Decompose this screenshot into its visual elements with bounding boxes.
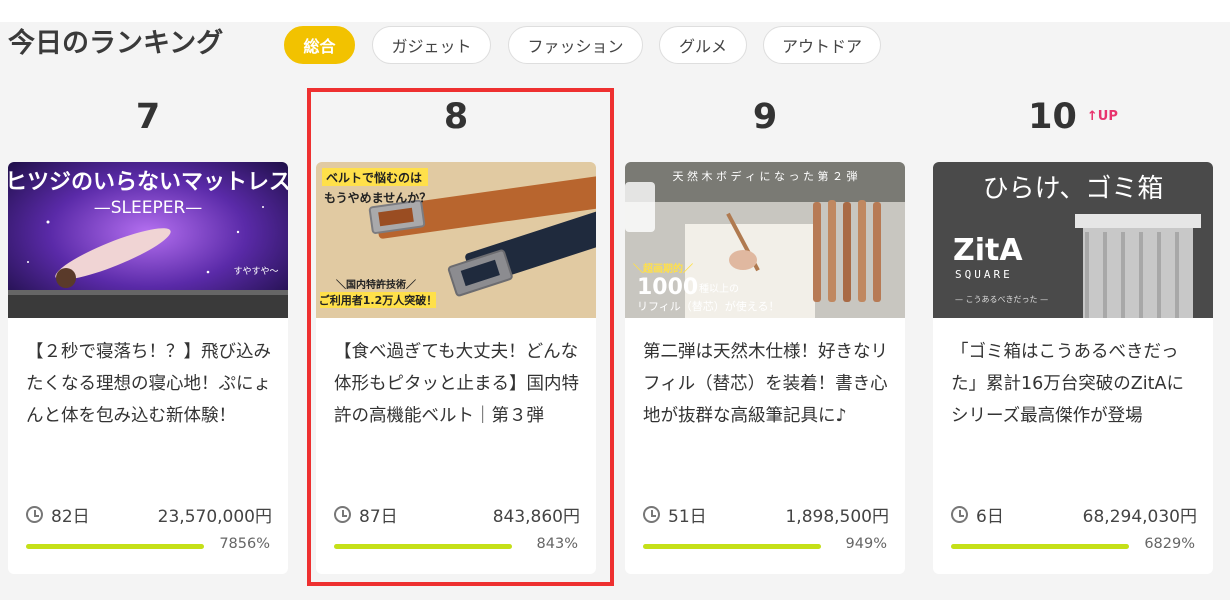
thumb-text: もうやめませんか？ <box>324 191 431 205</box>
rank-up-label: UP <box>1097 109 1118 124</box>
rank-with-badge: 10 ↑UP <box>933 96 1213 138</box>
funding-amount: 23,570,000円 <box>157 507 272 527</box>
page-title: 今日のランキング <box>8 28 224 59</box>
pen-image: 天 然 木 ボ デ ィ に な っ た 第 ２ 弾 ＼超画期的／ 1000 種以… <box>625 162 905 318</box>
project-card[interactable]: ヒツジのいらないマットレス —SLEEPER— すやすや〜 【２秒で寝落ち！？】… <box>8 162 288 574</box>
days-left: 51日 <box>668 507 707 527</box>
arrow-up-icon: ↑ <box>1086 109 1098 124</box>
clock-icon <box>26 506 43 523</box>
project-meta: 82日 23,570,000円 <box>26 502 272 527</box>
thumb-text: — こうあるべきだった — <box>955 295 1048 304</box>
project-card[interactable]: ベルトで悩むのは もうやめませんか？ ＼国内特許技術／ ご利用者1.2万人突破！… <box>316 162 596 574</box>
tab-outdoor[interactable]: アウトドア <box>763 26 881 64</box>
progress-percent: 843% <box>536 536 578 552</box>
project-card[interactable]: ひらけ、ゴミ箱 ZitA SQUARE — こうあるべきだった — 「ゴミ箱はこ… <box>933 162 1213 574</box>
thumb-text: リフィル（替芯）が使える！ <box>637 299 779 313</box>
thumb-text: ご利用者1.2万人突破！ <box>319 293 438 307</box>
progress-bar <box>26 544 204 549</box>
thumb-text: ZitA <box>953 233 1023 268</box>
tab-gourmet[interactable]: グルメ <box>659 26 747 64</box>
project-thumbnail[interactable]: ヒツジのいらないマットレス —SLEEPER— すやすや〜 <box>8 162 288 318</box>
clock-icon <box>951 506 968 523</box>
thumb-text: ヒツジのいらないマットレス <box>8 170 288 195</box>
progress-percent: 949% <box>845 536 887 552</box>
thumb-text: —SLEEPER— <box>94 198 203 218</box>
rank-up-badge: ↑UP <box>1087 109 1118 124</box>
rank-number: 7 <box>135 97 161 137</box>
tab-fashion[interactable]: ファッション <box>508 26 643 64</box>
thumb-text: 種以上の <box>699 282 739 295</box>
thumb-text: 1000 <box>637 275 698 300</box>
progress-fill <box>951 544 1129 549</box>
thumb-text: ＼超画期的／ <box>633 262 693 275</box>
rank-number: 9 <box>752 97 778 137</box>
mattress-image: ヒツジのいらないマットレス —SLEEPER— すやすや〜 <box>8 162 288 318</box>
clock-icon <box>643 506 660 523</box>
days-left: 6日 <box>976 507 1004 527</box>
project-meta: 87日 843,860円 <box>334 502 580 527</box>
top-bar <box>0 0 1230 22</box>
progress-percent: 7856% <box>219 536 270 552</box>
project-meta: 6日 68,294,030円 <box>951 502 1197 527</box>
thumb-text: SQUARE <box>955 268 1013 281</box>
project-title[interactable]: 【食べ過ぎても大丈夫！どんな体形もピタッと止まる】国内特許の高機能ベルト｜第３弾 <box>334 336 584 432</box>
project-meta: 51日 1,898,500円 <box>643 502 889 527</box>
funding-amount: 68,294,030円 <box>1082 507 1197 527</box>
funding-amount: 1,898,500円 <box>785 507 889 527</box>
progress-percent: 6829% <box>1144 536 1195 552</box>
progress-bar <box>951 544 1129 549</box>
progress-fill <box>643 544 821 549</box>
thumb-text: ベルトで悩むのは <box>326 170 422 185</box>
days-left: 82日 <box>51 507 90 527</box>
project-card[interactable]: 天 然 木 ボ デ ィ に な っ た 第 ２ 弾 ＼超画期的／ 1000 種以… <box>625 162 905 574</box>
tab-gadget[interactable]: ガジェット <box>372 26 491 64</box>
project-thumbnail[interactable]: ベルトで悩むのは もうやめませんか？ ＼国内特許技術／ ご利用者1.2万人突破！ <box>316 162 596 318</box>
project-title[interactable]: 「ゴミ箱はこうあるべきだった」累計16万台突破のZitAにシリーズ最高傑作が登場 <box>951 336 1201 432</box>
thumb-text: 天 然 木 ボ デ ィ に な っ た 第 ２ 弾 <box>673 169 858 183</box>
belt-image: ベルトで悩むのは もうやめませんか？ ＼国内特許技術／ ご利用者1.2万人突破！ <box>316 162 596 318</box>
thumb-text: ＼国内特許技術／ <box>336 278 416 291</box>
thumb-text: すやすや〜 <box>233 266 278 277</box>
thumb-text: ひらけ、ゴミ箱 <box>983 174 1164 204</box>
rank-number: 10 <box>1028 97 1077 137</box>
project-thumbnail[interactable]: ひらけ、ゴミ箱 ZitA SQUARE — こうあるべきだった — <box>933 162 1213 318</box>
progress-fill <box>334 544 512 549</box>
rank-number: 8 <box>443 97 469 137</box>
days-left: 87日 <box>359 507 398 527</box>
project-title[interactable]: 第二弾は天然木仕様！好きなリフィル（替芯）を装着！書き心地が抜群な高級筆記具に♪ <box>643 336 893 432</box>
tab-all[interactable]: 総合 <box>284 26 355 64</box>
clock-icon <box>334 506 351 523</box>
progress-fill <box>26 544 204 549</box>
funding-amount: 843,860円 <box>492 507 580 527</box>
project-thumbnail[interactable]: 天 然 木 ボ デ ィ に な っ た 第 ２ 弾 ＼超画期的／ 1000 種以… <box>625 162 905 318</box>
progress-bar <box>643 544 821 549</box>
progress-bar <box>334 544 512 549</box>
trash-can-image: ひらけ、ゴミ箱 ZitA SQUARE — こうあるべきだった — <box>933 162 1213 318</box>
project-title[interactable]: 【２秒で寝落ち！？】飛び込みたくなる理想の寝心地！ぷにょんと体を包み込む新体験！ <box>26 336 276 432</box>
